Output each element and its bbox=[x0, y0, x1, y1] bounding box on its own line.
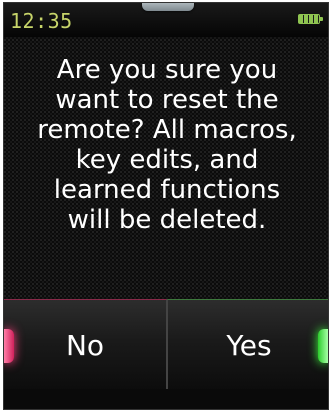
yes-button-label: Yes bbox=[226, 329, 272, 362]
status-bar: 12:35 bbox=[4, 3, 328, 37]
no-indicator-light bbox=[4, 329, 14, 363]
battery-icon bbox=[298, 14, 323, 24]
screen: 12:35 Are you sure you want to reset the… bbox=[3, 2, 329, 410]
device-frame: 12:35 Are you sure you want to reset the… bbox=[0, 0, 331, 415]
button-row: No Yes bbox=[4, 299, 328, 391]
yes-indicator-light bbox=[318, 329, 328, 363]
confirmation-message: Are you sure you want to reset the remot… bbox=[37, 55, 297, 235]
bottom-bar bbox=[4, 389, 328, 409]
yes-button[interactable]: Yes bbox=[167, 299, 328, 391]
no-button[interactable]: No bbox=[4, 299, 167, 391]
top-tab bbox=[142, 3, 194, 11]
status-time: 12:35 bbox=[10, 9, 73, 33]
no-button-label: No bbox=[65, 329, 105, 362]
